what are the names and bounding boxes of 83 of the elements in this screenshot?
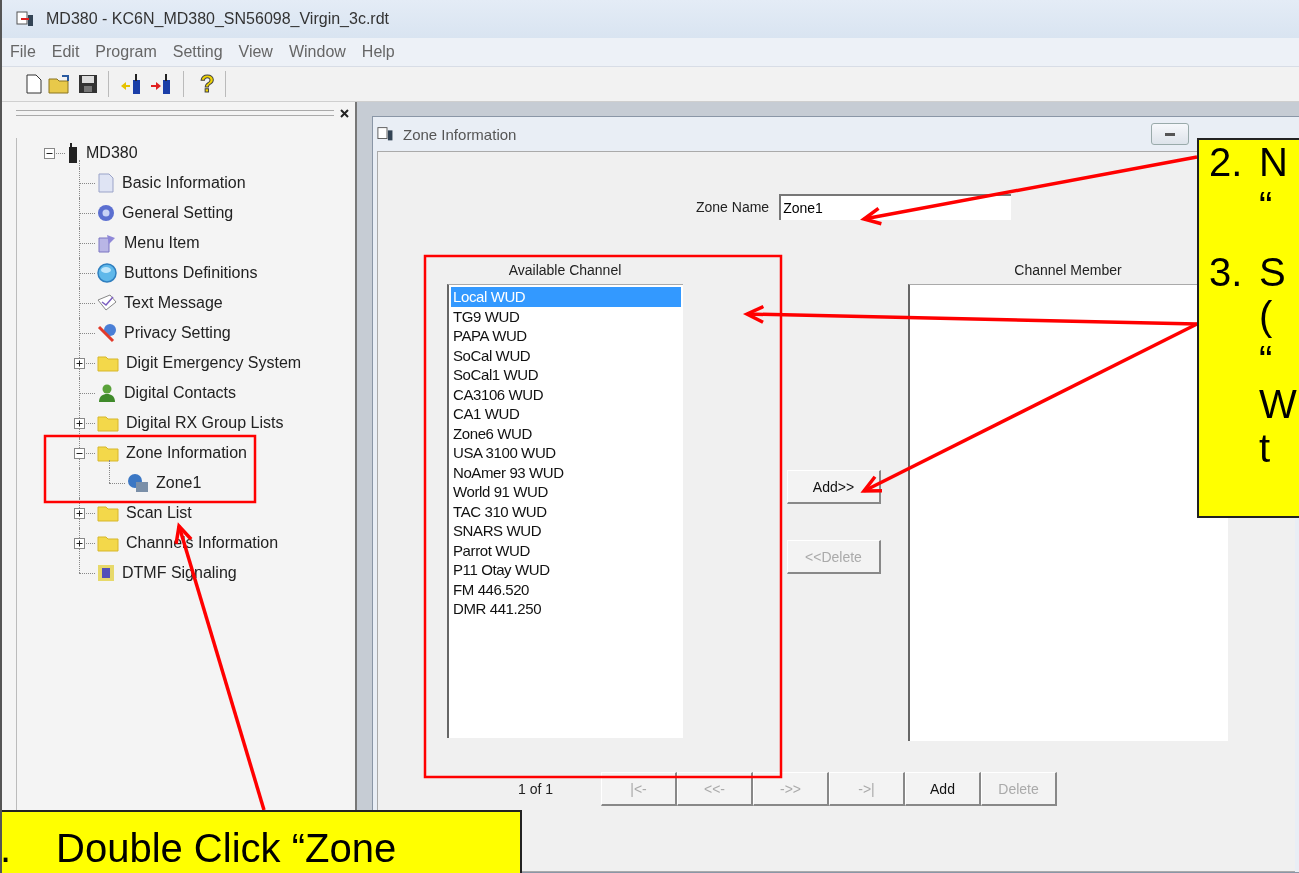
minimize-button[interactable] (1151, 123, 1189, 145)
list-label: Available Channel (508, 262, 622, 280)
write-radio-icon[interactable] (149, 73, 173, 95)
folder-icon (97, 534, 119, 552)
list-item[interactable]: CA3106 WUD (451, 384, 681, 404)
close-icon[interactable] (340, 108, 349, 118)
list-item[interactable]: DMR 441.250 (451, 599, 681, 619)
tree-item[interactable]: Basic Information (122, 174, 246, 192)
menu-item[interactable]: Window (288, 43, 346, 61)
menu-item[interactable]: File (10, 43, 36, 61)
new-file-icon[interactable] (26, 74, 42, 94)
tree-item[interactable]: Digit Emergency System (126, 354, 302, 372)
open-folder-icon[interactable] (48, 74, 72, 94)
list-item[interactable]: SoCal WUD (451, 345, 681, 365)
tree-item[interactable]: General Setting (122, 204, 234, 222)
callout-text: t (1259, 426, 1272, 470)
callout-text: Double Click “Zone (56, 826, 398, 870)
tree-item[interactable]: MD380 (86, 144, 138, 162)
list-item[interactable]: CA1 WUD (451, 404, 681, 424)
list-item[interactable]: P11 Otay WUD (451, 560, 681, 580)
callout-text: W (1259, 382, 1298, 426)
globe-icon (97, 263, 117, 283)
gear-icon (97, 204, 115, 222)
callout-text: N (1259, 140, 1289, 184)
expand-toggle[interactable] (74, 418, 85, 429)
step-number: 2. (1209, 140, 1244, 184)
list-item[interactable]: Parrot WUD (451, 540, 681, 560)
tree-item[interactable]: Scan List (126, 504, 192, 522)
list-item[interactable]: Zone6 WUD (451, 423, 681, 443)
menu-item[interactable]: Help (361, 43, 395, 61)
list-item[interactable]: World 91 WUD (451, 482, 681, 502)
callout-text: “ (1259, 338, 1274, 382)
folder-icon (97, 504, 119, 522)
step-number: 3. (1209, 250, 1244, 294)
expand-toggle[interactable] (74, 358, 85, 369)
list-item[interactable]: PAPA WUD (451, 326, 681, 346)
tree-item[interactable]: Digital RX Group Lists (126, 414, 284, 432)
list-item[interactable]: USA 3100 WUD (451, 443, 681, 463)
save-icon[interactable] (78, 74, 98, 94)
menu-item[interactable]: Edit (51, 43, 80, 61)
tree-item[interactable]: Text Message (124, 294, 223, 312)
tree-item[interactable]: Zone1 (156, 474, 202, 492)
tree-item[interactable]: Zone Information (126, 444, 247, 462)
folder-icon (97, 444, 119, 462)
move-button[interactable]: Add>> (787, 470, 881, 504)
tree-item[interactable]: Menu Item (124, 234, 200, 252)
document-icon (97, 173, 115, 193)
read-radio-icon[interactable] (119, 73, 143, 95)
expand-toggle[interactable] (74, 508, 85, 519)
tree-item[interactable]: Privacy Setting (124, 324, 231, 342)
list-label: Channel Member (1014, 262, 1122, 280)
list-item[interactable]: FM 446.520 (451, 579, 681, 599)
child-window-title: Zone Information (403, 125, 518, 143)
tree-item[interactable]: Buttons Definitions (124, 264, 258, 282)
list-item[interactable]: SNARS WUD (451, 521, 681, 541)
page-indicator: 1 of 1 (518, 781, 555, 797)
channel-list[interactable]: Local WUD TG9 WUD PAPA WUD SoCal WUD SoCal1 WUD CA3106 WUD CA1 WUD Zone6 WUD USA 3100 WUD NoAmer 93 WUD World 91 WUD TAC 310 WUD SNARS WUD Parrot WUD P11 Otay WUD FM 446.520 DMR 441.250 (447, 284, 683, 738)
contact-person-icon (97, 383, 117, 403)
callout-text: S (1259, 250, 1287, 294)
menu-item[interactable]: Setting (172, 43, 223, 61)
menu-item[interactable]: View (238, 43, 273, 61)
callout-text: ( (1259, 294, 1274, 338)
expand-toggle[interactable] (44, 148, 55, 159)
folder-icon (97, 414, 119, 432)
tree-item[interactable]: Digital Contacts (124, 384, 237, 402)
list-item[interactable]: NoAmer 93 WUD (451, 462, 681, 482)
member-list[interactable] (908, 284, 1228, 741)
menu-item[interactable]: Program (95, 43, 157, 61)
step-number: . (2, 826, 13, 870)
pager-button[interactable]: Add (905, 772, 981, 806)
radio-icon (67, 143, 79, 163)
list-item[interactable]: TG9 WUD (451, 306, 681, 326)
envelope-icon (97, 294, 117, 312)
expand-toggle[interactable] (74, 538, 85, 549)
zone-name-field[interactable]: Zone1 (779, 194, 1012, 220)
list-item[interactable]: TAC 310 WUD (451, 501, 681, 521)
expand-toggle[interactable] (74, 448, 85, 459)
list-item[interactable]: SoCal1 WUD (451, 365, 681, 385)
window-title: MD380 - KC6N_MD380_SN56098_Virgin_3c.rdt (46, 10, 389, 28)
field-label: Zone Name (696, 199, 770, 215)
folder-icon (97, 354, 119, 372)
menu-document-icon (97, 233, 117, 253)
callout-text: “ (1259, 184, 1274, 228)
